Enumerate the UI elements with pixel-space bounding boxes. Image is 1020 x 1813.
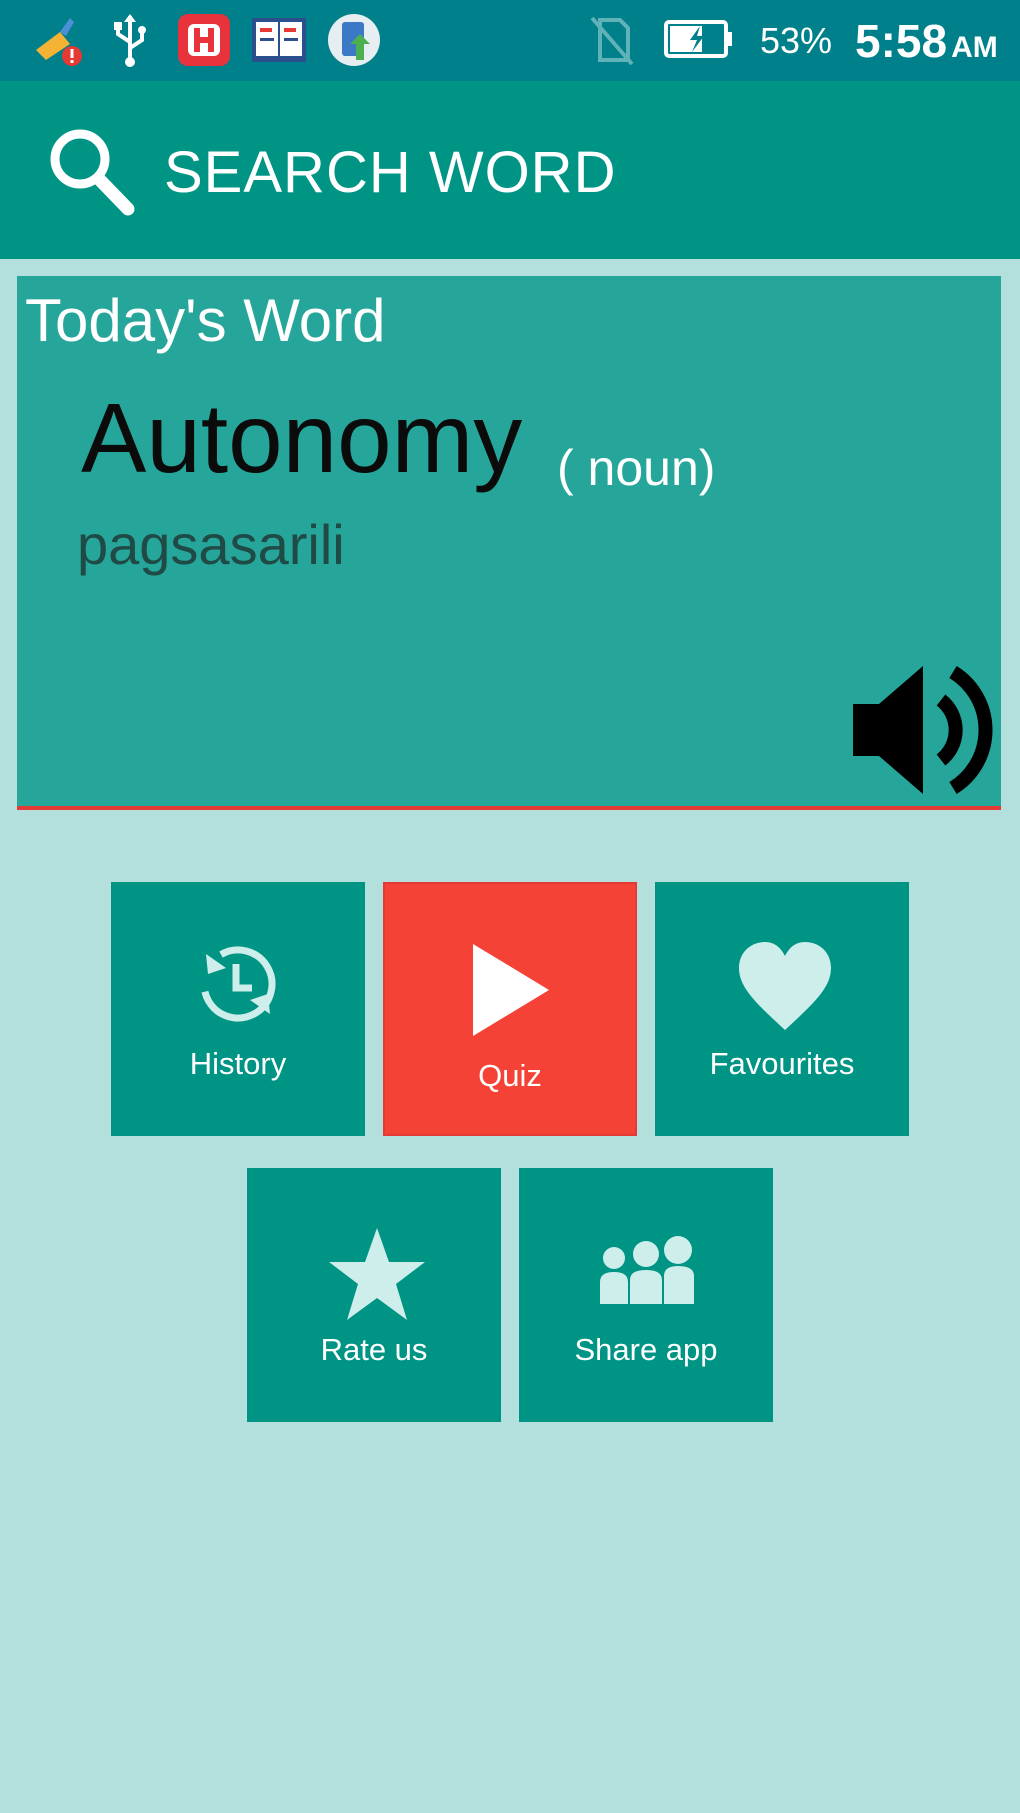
cleaner-notification-icon [36,18,82,66]
play-icon [473,944,549,1036]
battery-percent: 53% [760,20,833,61]
word-translation: pagsasarili [77,513,345,576]
upload-app-icon [328,14,380,66]
history-button[interactable]: History [111,882,365,1136]
quiz-button[interactable]: Quiz [383,882,637,1136]
history-label: History [189,1046,287,1081]
part-of-speech: ( noun) [557,440,716,496]
clock-ampm: AM [951,31,998,64]
dictionary-app-icon [252,18,306,62]
history-icon [200,946,276,1022]
favourites-label: Favourites [709,1046,855,1081]
speaker-icon[interactable] [849,660,999,800]
todays-word-card[interactable]: Today's Word Autonomy ( noun) pagsasaril… [17,276,1001,810]
word: Autonomy [81,383,523,493]
share-app-label: Share app [574,1332,718,1367]
usb-icon [114,14,146,67]
search-word-label[interactable]: SEARCH WORD [164,139,616,206]
heart-icon [739,942,831,1030]
no-sim-icon [590,16,634,66]
rate-us-label: Rate us [320,1332,428,1367]
share-app-button[interactable]: Share app [519,1168,773,1422]
quiz-label: Quiz [478,1058,542,1093]
rate-us-button[interactable]: Rate us [247,1168,501,1422]
group-icon [600,1236,694,1304]
app-notification-icon [178,14,230,66]
card-heading: Today's Word [25,287,386,354]
clock-time: 5:58 [855,15,948,67]
status-bar: 53% 5:58 AM [0,0,1020,81]
clock: 5:58 AM [855,14,998,68]
favourites-button[interactable]: Favourites [655,882,909,1136]
search-bar[interactable]: SEARCH WORD [0,81,1020,259]
search-icon[interactable] [44,125,140,221]
star-icon [329,1228,425,1320]
battery-charging-icon [664,20,732,58]
